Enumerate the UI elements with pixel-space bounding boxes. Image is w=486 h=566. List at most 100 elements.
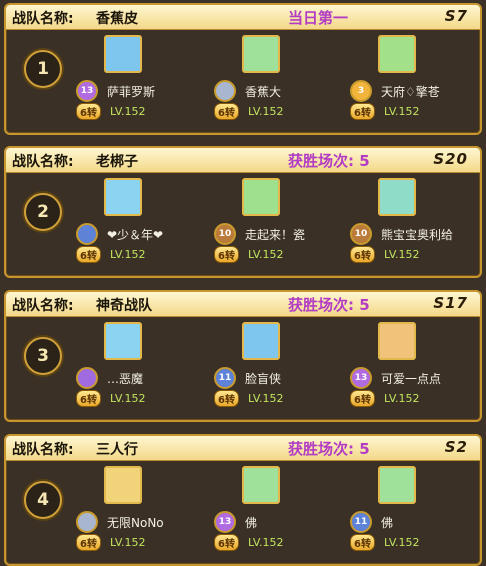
rank-badge: 4	[24, 481, 62, 519]
player-level: LV.152	[384, 536, 420, 549]
reincarnation-badge: 6转	[76, 103, 101, 120]
avatar[interactable]	[242, 178, 280, 216]
player-level: LV.152	[110, 536, 146, 549]
reincarnation-badge: 6转	[350, 390, 375, 407]
team-member[interactable]: …恶魔 6转 LV.152	[76, 322, 216, 418]
reincarnation-badge: 6转	[76, 390, 101, 407]
reincarnation-badge: 6转	[350, 103, 375, 120]
reincarnation-badge: 6转	[214, 390, 239, 407]
player-name: 熊宝宝奥利给	[381, 228, 454, 242]
player-name: 佛	[245, 516, 258, 530]
player-level: LV.152	[384, 392, 420, 405]
team-label: 战队名称:	[12, 442, 74, 458]
team-header: 战队名称: 神奇战队 获胜场次: 5 S17	[6, 292, 480, 317]
player-name: 可爱一点点	[381, 372, 442, 386]
player-name: 脸盲侠	[245, 372, 282, 386]
player-level: LV.152	[384, 105, 420, 118]
player-level: LV.152	[248, 248, 284, 261]
player-name: 香蕉大	[245, 85, 282, 99]
reincarnation-badge: 6转	[350, 534, 375, 551]
rank-medal-icon: 13	[350, 367, 372, 389]
avatar[interactable]	[242, 35, 280, 73]
rank-badge: 3	[24, 337, 62, 375]
reincarnation-badge: 6转	[76, 246, 101, 263]
rank-medal-icon: 11	[350, 511, 372, 533]
team-member[interactable]: 10 熊宝宝奥利给 6转 LV.152	[350, 178, 480, 274]
rank-medal-icon: 3	[350, 80, 372, 102]
team-member[interactable]: 11 脸盲侠 6转 LV.152	[214, 322, 354, 418]
rank-medal-icon	[214, 80, 236, 102]
avatar[interactable]	[104, 466, 142, 504]
avatar[interactable]	[378, 466, 416, 504]
reincarnation-badge: 6转	[76, 534, 101, 551]
team-member[interactable]: 13 可爱一点点 6转 LV.152	[350, 322, 480, 418]
rank-medal-icon: 11	[214, 367, 236, 389]
player-level: LV.152	[110, 248, 146, 261]
player-level: LV.152	[248, 105, 284, 118]
team-header: 战队名称: 老梆子 获胜场次: 5 S20	[6, 148, 480, 173]
team-card[interactable]: 战队名称: 老梆子 获胜场次: 5 S20 2 ❤少＆年❤ 6转 LV.152 …	[4, 146, 482, 278]
avatar[interactable]	[242, 466, 280, 504]
team-label: 战队名称:	[12, 11, 74, 27]
team-name: 神奇战队	[96, 298, 152, 314]
team-member[interactable]: 11 佛 6转 LV.152	[350, 466, 480, 562]
rank-medal-icon	[76, 223, 98, 245]
reincarnation-badge: 6转	[350, 246, 375, 263]
rank-badge: 1	[24, 50, 62, 88]
avatar[interactable]	[378, 178, 416, 216]
player-level: LV.152	[110, 105, 146, 118]
server-tag: S20	[433, 150, 468, 168]
team-name: 老梆子	[96, 154, 138, 170]
team-status: 获胜场次: 5	[288, 152, 370, 170]
team-header: 战队名称: 香蕉皮 当日第一 S7	[6, 5, 480, 30]
team-card[interactable]: 战队名称: 香蕉皮 当日第一 S7 1 13 萨菲罗斯 6转 LV.152 香蕉…	[4, 3, 482, 135]
avatar[interactable]	[378, 35, 416, 73]
player-name: 萨菲罗斯	[107, 85, 156, 99]
avatar[interactable]	[104, 178, 142, 216]
player-name: 走起来！瓷	[245, 228, 306, 242]
player-name: ❤少＆年❤	[107, 228, 164, 242]
team-label: 战队名称:	[12, 298, 74, 314]
avatar[interactable]	[242, 322, 280, 360]
server-tag: S17	[433, 294, 468, 312]
rank-medal-icon: 10	[350, 223, 372, 245]
rank-medal-icon	[76, 511, 98, 533]
rank-medal-icon: 10	[214, 223, 236, 245]
reincarnation-badge: 6转	[214, 246, 239, 263]
rank-badge: 2	[24, 193, 62, 231]
rank-medal-icon	[76, 367, 98, 389]
player-name: 佛	[381, 516, 394, 530]
avatar[interactable]	[104, 322, 142, 360]
team-member[interactable]: 3 天府♢擎苍 6转 LV.152	[350, 35, 480, 131]
team-header: 战队名称: 三人行 获胜场次: 5 S2	[6, 436, 480, 461]
team-member[interactable]: 10 走起来！瓷 6转 LV.152	[214, 178, 354, 274]
avatar[interactable]	[104, 35, 142, 73]
team-status: 获胜场次: 5	[288, 296, 370, 314]
rank-medal-icon: 13	[214, 511, 236, 533]
team-status: 获胜场次: 5	[288, 440, 370, 458]
team-label: 战队名称:	[12, 154, 74, 170]
team-name: 三人行	[96, 442, 138, 458]
avatar[interactable]	[378, 322, 416, 360]
server-tag: S2	[444, 438, 468, 456]
team-member[interactable]: 香蕉大 6转 LV.152	[214, 35, 354, 131]
team-card[interactable]: 战队名称: 三人行 获胜场次: 5 S2 4 无限NoNo 6转 LV.152 …	[4, 434, 482, 566]
team-card[interactable]: 战队名称: 神奇战队 获胜场次: 5 S17 3 …恶魔 6转 LV.152 1…	[4, 290, 482, 422]
team-member[interactable]: 13 佛 6转 LV.152	[214, 466, 354, 562]
player-level: LV.152	[248, 536, 284, 549]
team-status: 当日第一	[288, 9, 349, 27]
server-tag: S7	[444, 7, 468, 25]
reincarnation-badge: 6转	[214, 103, 239, 120]
player-name: 天府♢擎苍	[381, 85, 440, 99]
reincarnation-badge: 6转	[214, 534, 239, 551]
player-level: LV.152	[248, 392, 284, 405]
team-member[interactable]: ❤少＆年❤ 6转 LV.152	[76, 178, 216, 274]
player-level: LV.152	[110, 392, 146, 405]
player-name: 无限NoNo	[107, 516, 164, 530]
team-name: 香蕉皮	[96, 11, 138, 27]
rank-medal-icon: 13	[76, 80, 98, 102]
team-member[interactable]: 13 萨菲罗斯 6转 LV.152	[76, 35, 216, 131]
player-level: LV.152	[384, 248, 420, 261]
player-name: …恶魔	[107, 372, 144, 386]
team-member[interactable]: 无限NoNo 6转 LV.152	[76, 466, 216, 562]
